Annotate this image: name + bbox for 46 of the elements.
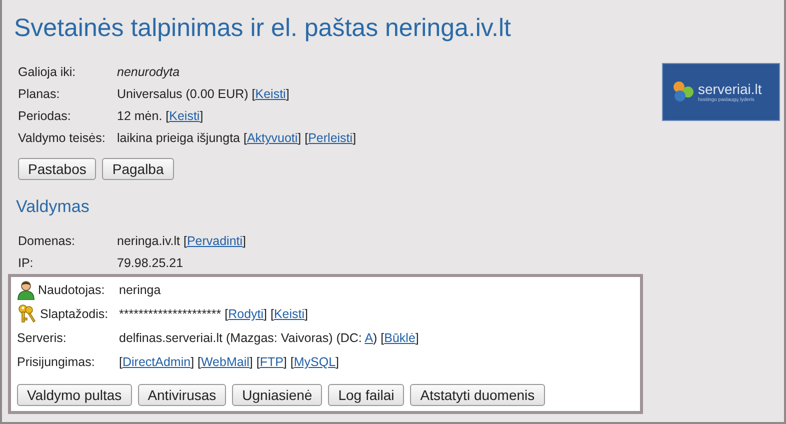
link[interactable]: MySQL xyxy=(294,355,336,369)
link[interactable]: FTP xyxy=(260,355,284,369)
field-label: Periodas: xyxy=(18,108,72,124)
section-title: Valdymas xyxy=(16,197,90,218)
button[interactable]: Log failai xyxy=(328,384,404,406)
user-icon xyxy=(17,280,35,300)
circles-icon xyxy=(671,80,695,104)
link[interactable]: Pervadinti xyxy=(186,234,243,248)
field-value: laikina prieiga išjungta [Aktyvuoti] [Perleisti] xyxy=(117,130,356,146)
link[interactable]: DirectAdmin xyxy=(122,355,191,369)
field-label: Galioja iki: xyxy=(18,64,77,80)
link[interactable]: Keisti xyxy=(255,87,286,101)
logo-name: serveriai.lt xyxy=(698,82,762,96)
field-value: nenurodyta xyxy=(117,64,181,80)
link[interactable]: Keisti xyxy=(274,307,305,321)
field-value: neringa xyxy=(119,282,162,299)
link[interactable]: Perleisti xyxy=(308,131,353,145)
field-label: Prisijungimas: xyxy=(17,354,95,371)
link[interactable]: Aktyvuoti xyxy=(246,131,298,145)
link[interactable]: WebMail xyxy=(200,355,250,369)
field-label: Naudotojas: xyxy=(38,282,105,299)
field-label: Serveris: xyxy=(17,330,66,347)
field-label: Slaptažodis: xyxy=(40,306,108,323)
link[interactable]: Keisti xyxy=(169,109,200,123)
page-title: Svetainės talpinimas ir el. paštas neringa.iv.lt xyxy=(13,13,512,44)
field-value: Universalus (0.00 EUR) [Keisti] xyxy=(117,86,290,102)
button[interactable]: Antivirusas xyxy=(138,384,226,406)
field-label: Domenas: xyxy=(18,233,76,249)
field-value: neringa.iv.lt [Pervadinti] xyxy=(117,233,248,249)
button[interactable]: Pastabos xyxy=(18,158,96,180)
keys-icon xyxy=(17,304,37,324)
link[interactable]: Rodyti xyxy=(228,307,264,321)
field-label: Planas: xyxy=(18,86,61,102)
button[interactable]: Ugniasienė xyxy=(232,384,322,406)
button[interactable]: Pagalba xyxy=(102,158,174,180)
button[interactable]: Valdymo pultas xyxy=(17,384,132,406)
field-label: IP: xyxy=(18,255,34,271)
field-label: Valdymo teisės: xyxy=(18,130,106,146)
link[interactable]: A xyxy=(364,331,374,345)
field-value: 79.98.25.21 xyxy=(117,255,184,271)
field-value: ********************* [Rodyti] [Keisti] xyxy=(119,306,310,323)
link[interactable]: Būklė xyxy=(384,331,416,345)
field-value: delfinas.serveriai.lt (Mazgas: Vaivoras) (DC: A) [Būklė] xyxy=(119,330,420,347)
button[interactable]: Atstatyti duomenis xyxy=(410,384,545,406)
field-value: 12 mėn. [Keisti] xyxy=(117,108,204,124)
field-value: [DirectAdmin] [WebMail] [FTP] [MySQL] xyxy=(119,354,340,371)
